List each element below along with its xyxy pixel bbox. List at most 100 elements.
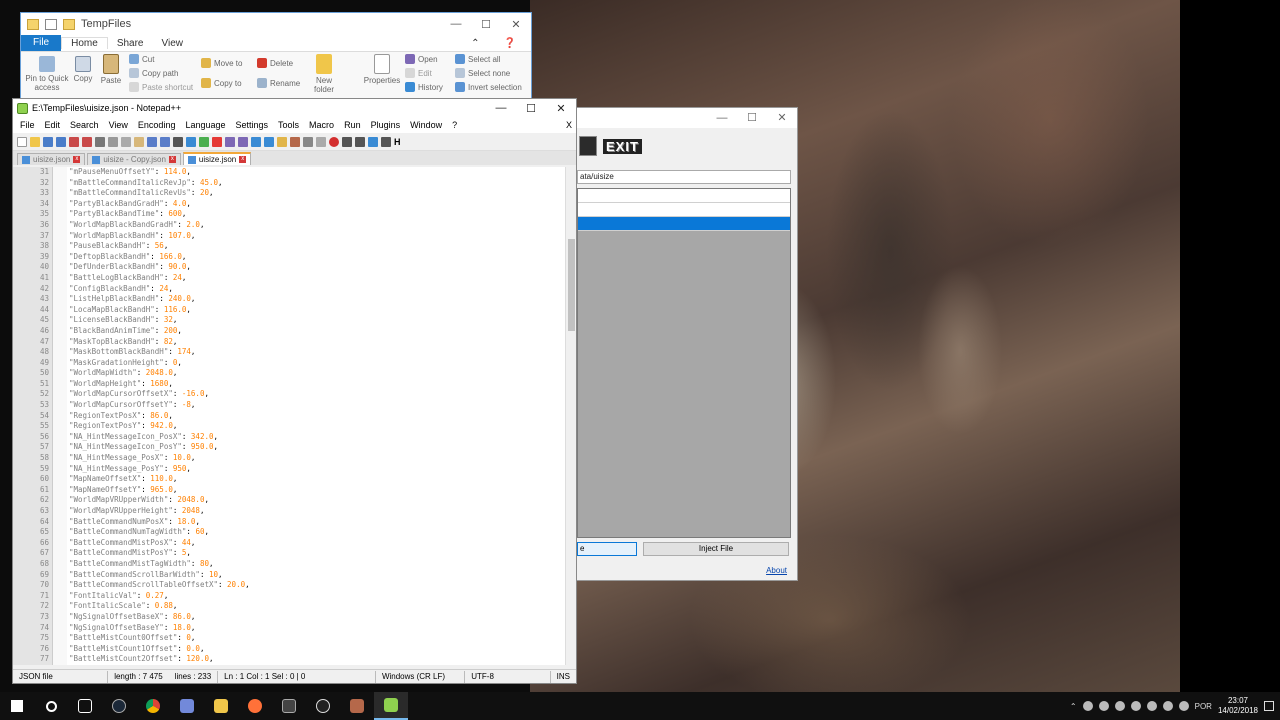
save-all-icon[interactable] xyxy=(56,136,66,147)
open-button[interactable]: Open xyxy=(405,54,438,64)
code-line[interactable]: 61 "MapNameOffsetY": 965.0, xyxy=(13,485,563,496)
stop-record-icon[interactable] xyxy=(342,136,352,147)
collapse-ribbon-icon[interactable]: ⌃ xyxy=(462,38,488,49)
close-button[interactable]: ✕ xyxy=(501,18,531,31)
word-wrap-icon[interactable] xyxy=(238,136,248,147)
run-macro-multiple-icon[interactable] xyxy=(368,136,378,147)
code-line[interactable]: 44 "LocaMapBlackBandH": 116.0, xyxy=(13,305,563,316)
code-line[interactable]: 41 "BattleLogBlackBandH": 24, xyxy=(13,273,563,284)
code-line[interactable]: 71 "FontItalicVal": 0.27, xyxy=(13,591,563,602)
properties-quick-icon[interactable] xyxy=(45,18,57,30)
menu-help[interactable]: ? xyxy=(447,120,462,130)
code-line[interactable]: 56 "NA_HintMessageIcon_PosX": 342.0, xyxy=(13,432,563,443)
tab-uisize-json-active[interactable]: uisize.json x xyxy=(182,152,252,165)
code-line[interactable]: 74 "NgSignalOffsetBaseY": 18.0, xyxy=(13,623,563,634)
edit-button[interactable]: Edit xyxy=(405,68,432,78)
menu-plugins[interactable]: Plugins xyxy=(366,120,406,130)
save-icon[interactable] xyxy=(43,136,53,147)
show-all-chars-icon[interactable] xyxy=(251,136,261,147)
close-button[interactable]: ✕ xyxy=(767,108,797,128)
code-line[interactable]: 57 "NA_HintMessageIcon_PosY": 950.0, xyxy=(13,442,563,453)
code-line[interactable]: 31 "mPauseMenuOffsetY": 114.0, xyxy=(13,167,563,178)
code-line[interactable]: 48 "MaskBottomBlackBandH": 174, xyxy=(13,347,563,358)
menu-encoding[interactable]: Encoding xyxy=(133,120,181,130)
tray-app-icon[interactable] xyxy=(1130,701,1141,711)
list-item[interactable] xyxy=(578,203,790,217)
code-line[interactable]: 68 "BattleCommandMistTagWidth": 80, xyxy=(13,559,563,570)
new-file-icon[interactable] xyxy=(17,136,27,147)
taskbar-steam[interactable] xyxy=(102,692,136,720)
code-line[interactable]: 54 "RegionTextPosX": 86.0, xyxy=(13,411,563,422)
taskbar-app[interactable] xyxy=(272,692,306,720)
properties-button[interactable]: Properties xyxy=(363,54,401,85)
code-line[interactable]: 51 "WorldMapHeight": 1680, xyxy=(13,379,563,390)
rename-button[interactable]: Rename xyxy=(257,78,300,88)
menu-tools[interactable]: Tools xyxy=(273,120,304,130)
vertical-scrollbar[interactable] xyxy=(565,167,576,665)
close-tab-icon[interactable]: x xyxy=(168,156,176,163)
tab-home[interactable]: Home xyxy=(61,37,108,49)
new-folder-quick-icon[interactable] xyxy=(63,18,75,30)
delete-button[interactable]: Delete xyxy=(257,58,293,68)
playback-macro-icon[interactable] xyxy=(355,136,365,147)
doc-map-icon[interactable] xyxy=(277,136,287,147)
list-item-selected[interactable] xyxy=(578,217,790,231)
show-hidden-icons[interactable]: ⌃ xyxy=(1070,702,1077,711)
menu-file[interactable]: File xyxy=(15,120,40,130)
language-indicator[interactable]: POR xyxy=(1195,702,1212,711)
hex-editor-icon[interactable]: H xyxy=(394,137,404,147)
taskbar-obs[interactable] xyxy=(306,692,340,720)
cut-button[interactable]: Cut xyxy=(129,54,154,64)
code-line[interactable]: 37 "WorldMapBlackBandH": 107.0, xyxy=(13,231,563,242)
paste-button[interactable]: Paste xyxy=(99,54,123,85)
code-line[interactable]: 52 "WorldMapCursorOffsetX": -16.0, xyxy=(13,389,563,400)
code-line[interactable]: 59 "NA_HintMessage_PosY": 950, xyxy=(13,464,563,475)
code-line[interactable]: 33 "mBattleCommandItalicRevUs": 20, xyxy=(13,188,563,199)
replace-icon[interactable] xyxy=(186,136,196,147)
save-macro-icon[interactable] xyxy=(381,136,391,147)
code-line[interactable]: 55 "RegionTextPosY": 942.0, xyxy=(13,421,563,432)
code-editor[interactable]: 31 "mPauseMenuOffsetY": 114.0, 32 "mBattleC… xyxy=(13,167,576,665)
minimize-button[interactable]: — xyxy=(486,102,516,115)
code-line[interactable]: 60 "MapNameOffsetX": 110.0, xyxy=(13,474,563,485)
open-file-icon[interactable] xyxy=(30,136,40,147)
sync-scroll-icon[interactable] xyxy=(225,136,235,147)
code-line[interactable]: 32 "mBattleCommandItalicRevJp": 45.0, xyxy=(13,178,563,189)
copy-button[interactable]: Copy xyxy=(71,56,95,83)
select-all-button[interactable]: Select all xyxy=(455,54,500,64)
folder-as-workspace-icon[interactable] xyxy=(303,136,313,147)
code-line[interactable]: 50 "WorldMapWidth": 2048.0, xyxy=(13,368,563,379)
taskbar-game[interactable] xyxy=(340,692,374,720)
close-tab-icon[interactable]: x xyxy=(239,156,247,163)
code-line[interactable]: 40 "DefUnderBlackBandH": 90.0, xyxy=(13,262,563,273)
move-to-button[interactable]: Move to xyxy=(201,58,242,68)
code-line[interactable]: 46 "BlackBandAnimTime": 200, xyxy=(13,326,563,337)
menu-view[interactable]: View xyxy=(104,120,133,130)
menu-macro[interactable]: Macro xyxy=(304,120,339,130)
path-field[interactable]: ata/uisize xyxy=(577,170,791,184)
tray-app-icon[interactable] xyxy=(1098,701,1109,711)
close-file-icon[interactable] xyxy=(69,136,79,147)
menu-run[interactable]: Run xyxy=(339,120,366,130)
file-list[interactable] xyxy=(577,188,791,538)
menu-search[interactable]: Search xyxy=(65,120,104,130)
tray-app-icon[interactable] xyxy=(1146,701,1157,711)
zoom-out-icon[interactable] xyxy=(212,136,222,147)
tray-app-icon[interactable] xyxy=(1114,701,1125,711)
function-list-icon[interactable] xyxy=(290,136,300,147)
select-none-button[interactable]: Select none xyxy=(455,68,510,78)
minimize-button[interactable]: — xyxy=(707,108,737,128)
code-line[interactable]: 35 "PartyBlackBandTime": 600, xyxy=(13,209,563,220)
code-line[interactable]: 63 "WorldMapVRUpperHeight": 2048, xyxy=(13,506,563,517)
pin-quick-access-button[interactable]: Pin to Quick access xyxy=(25,56,69,92)
code-line[interactable]: 53 "WorldMapCursorOffsetY": -8, xyxy=(13,400,563,411)
minimize-button[interactable]: — xyxy=(441,18,471,31)
notifications-icon[interactable] xyxy=(1264,701,1274,711)
task-view-button[interactable] xyxy=(68,692,102,720)
code-line[interactable]: 36 "WorldMapBlackBandGradH": 2.0, xyxy=(13,220,563,231)
maximize-button[interactable]: ☐ xyxy=(471,18,501,31)
search-button[interactable] xyxy=(34,692,68,720)
code-line[interactable]: 65 "BattleCommandNumTagWidth": 60, xyxy=(13,527,563,538)
print-icon[interactable] xyxy=(95,136,105,147)
maximize-button[interactable]: ☐ xyxy=(516,102,546,115)
